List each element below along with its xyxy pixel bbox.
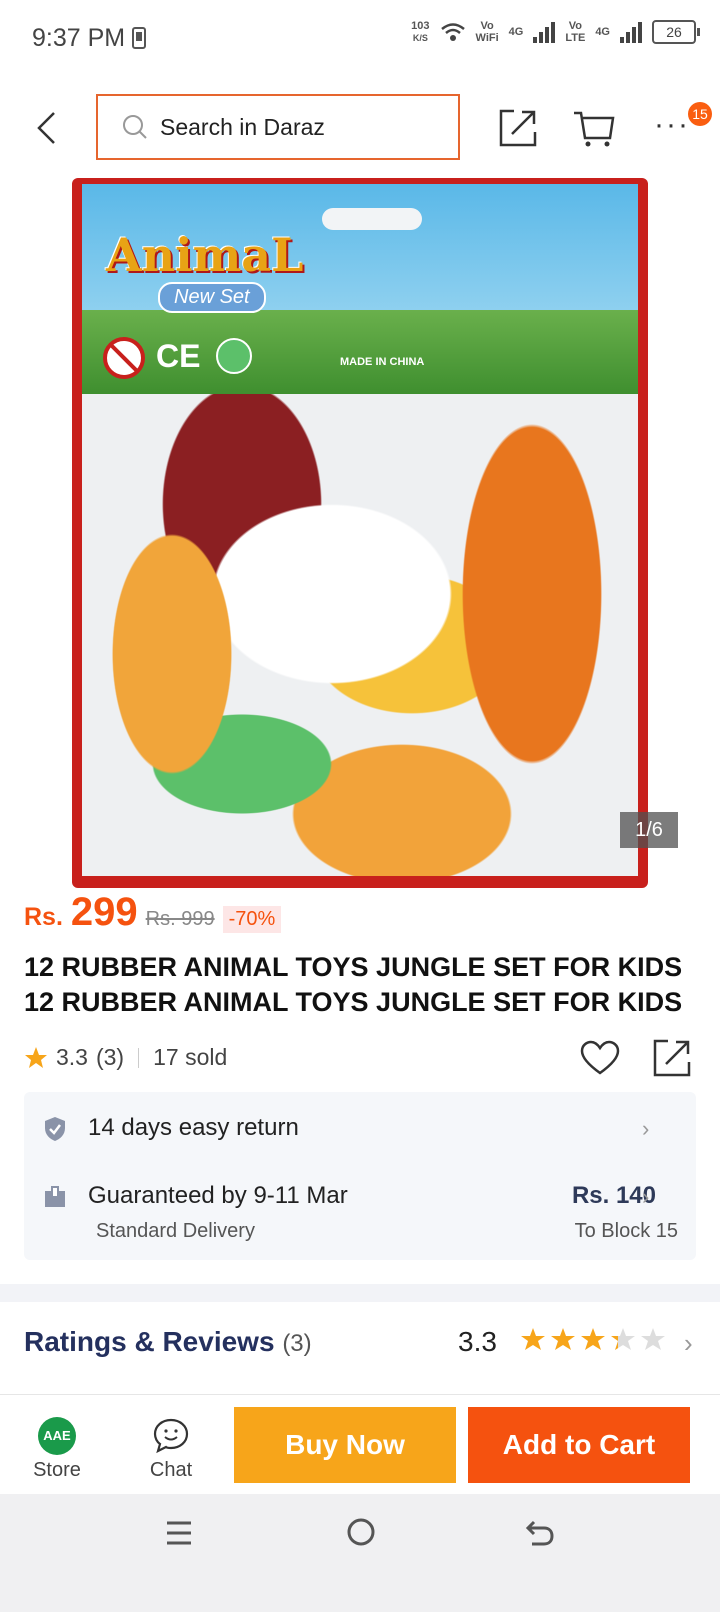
product-title: 12 RUBBER ANIMAL TOYS JUNGLE SET FOR KID… [24,952,683,1017]
store-label: Store [33,1459,81,1481]
product-image-inner: AnimaL New Set CE MADE IN CHINA [82,184,638,876]
vowifi-indicator: Vo WiFi [476,20,499,44]
star-icon [25,1046,47,1068]
store-button[interactable]: AAE Store [12,1417,102,1482]
product-share-icon[interactable] [652,1038,692,1078]
service-info: 14 days easy return › Guaranteed by 9-11… [24,1092,696,1260]
status-time: 9:37 PM [32,24,126,52]
ce-mark: CE [156,338,201,374]
product-image[interactable]: AnimaL New Set CE MADE IN CHINA [72,178,648,888]
reviews-stars [521,1328,665,1350]
delivery-type: Standard Delivery [96,1220,255,1242]
delivery-chevron-icon[interactable]: › [642,1184,649,1210]
rating-row[interactable]: 3.3 (3) 17 sold [24,1044,227,1071]
reviews-count: (3) [282,1330,312,1357]
review-star [641,1328,665,1350]
return-policy[interactable]: 14 days easy return [88,1114,299,1142]
reviews-header[interactable]: Ratings & Reviews (3) [24,1326,312,1358]
network-type-1: 4G [508,26,524,38]
discount-badge: -70% [222,906,282,933]
status-bar: 9:37 PM 103 K/S Vo WiFi 4G Vo LTE 4G 26 [0,0,720,80]
rating-separator [138,1047,140,1068]
chat-button[interactable]: Chat [126,1417,216,1482]
packaged-toys [82,394,638,876]
speed-unit: K/S [412,33,428,43]
volte-indicator: Vo LTE [565,20,585,44]
share-icon[interactable] [498,108,538,148]
delivery-icon [45,1186,65,1207]
package-brand: AnimaL [106,228,304,282]
reviews-score: 3.3 [458,1326,497,1357]
cart-icon[interactable] [572,108,616,148]
signal-1-icon [533,21,556,43]
search-icon [123,115,147,139]
volte-bottom: LTE [565,32,586,44]
return-chevron-icon[interactable]: › [642,1116,649,1142]
signal-2-icon [620,21,642,43]
review-star [581,1328,605,1350]
speed-value: 103 [411,20,430,32]
original-price: Rs. 999 [145,908,215,930]
search-placeholder: Search in Daraz [160,113,325,140]
back-nav-icon[interactable] [524,1516,556,1548]
package-subbrand: New Set [158,282,266,313]
review-star [521,1328,545,1350]
currency: Rs. [24,903,63,931]
sold-count: 17 sold [153,1044,228,1070]
review-star [611,1328,635,1350]
price: 299 [70,890,138,934]
vowifi-top: Vo [480,20,494,32]
delivery-destination: To Block 15 [574,1220,678,1242]
rating-count: (3) [95,1044,125,1070]
price-row: Rs. 299 Rs. 999 -70% [24,890,282,935]
chat-label: Chat [149,1459,193,1481]
reviews-chevron-icon[interactable]: › [684,1328,693,1359]
rating-value: 3.3 [56,1044,88,1070]
package-hang-hole [322,208,422,230]
status-icons: 103 K/S Vo WiFi 4G Vo LTE 4G 26 [411,20,700,44]
reviews-title: Ratings & Reviews [24,1326,275,1357]
image-counter: 1/6 [620,812,678,848]
made-in-label: MADE IN CHINA [340,356,425,368]
search-input[interactable]: Search in Daraz [96,94,460,160]
home-icon[interactable] [345,1516,377,1548]
section-divider [0,1284,720,1302]
recycle-icon [216,338,252,374]
vowifi-bottom: WiFi [475,32,499,44]
chat-icon [153,1418,189,1454]
add-to-cart-button[interactable]: Add to Cart [468,1407,690,1483]
network-speed: 103 K/S [411,20,429,44]
recent-apps-icon[interactable] [164,1518,194,1548]
no-small-parts-icon [103,337,145,379]
phone-icon [132,27,146,49]
delivery-guarantee[interactable]: Guaranteed by 9-11 Mar [88,1182,348,1210]
more-menu-icon[interactable]: ··· [654,108,690,142]
battery-icon: 26 [652,20,700,44]
wishlist-heart-icon[interactable] [580,1040,620,1076]
buy-now-button[interactable]: Buy Now [234,1407,456,1483]
review-star [551,1328,575,1350]
wifi-icon [440,23,465,41]
system-nav-bar [0,1494,720,1612]
back-arrow-icon[interactable] [34,110,58,146]
shield-icon [45,1117,65,1141]
store-logo: AAE [38,1417,76,1455]
network-type-2: 4G [595,26,610,38]
bottom-action-bar: AAE Store Chat Buy Now Add to Cart [0,1394,720,1491]
volte-top: Vo [568,20,582,32]
more-badge: 15 [688,102,712,126]
